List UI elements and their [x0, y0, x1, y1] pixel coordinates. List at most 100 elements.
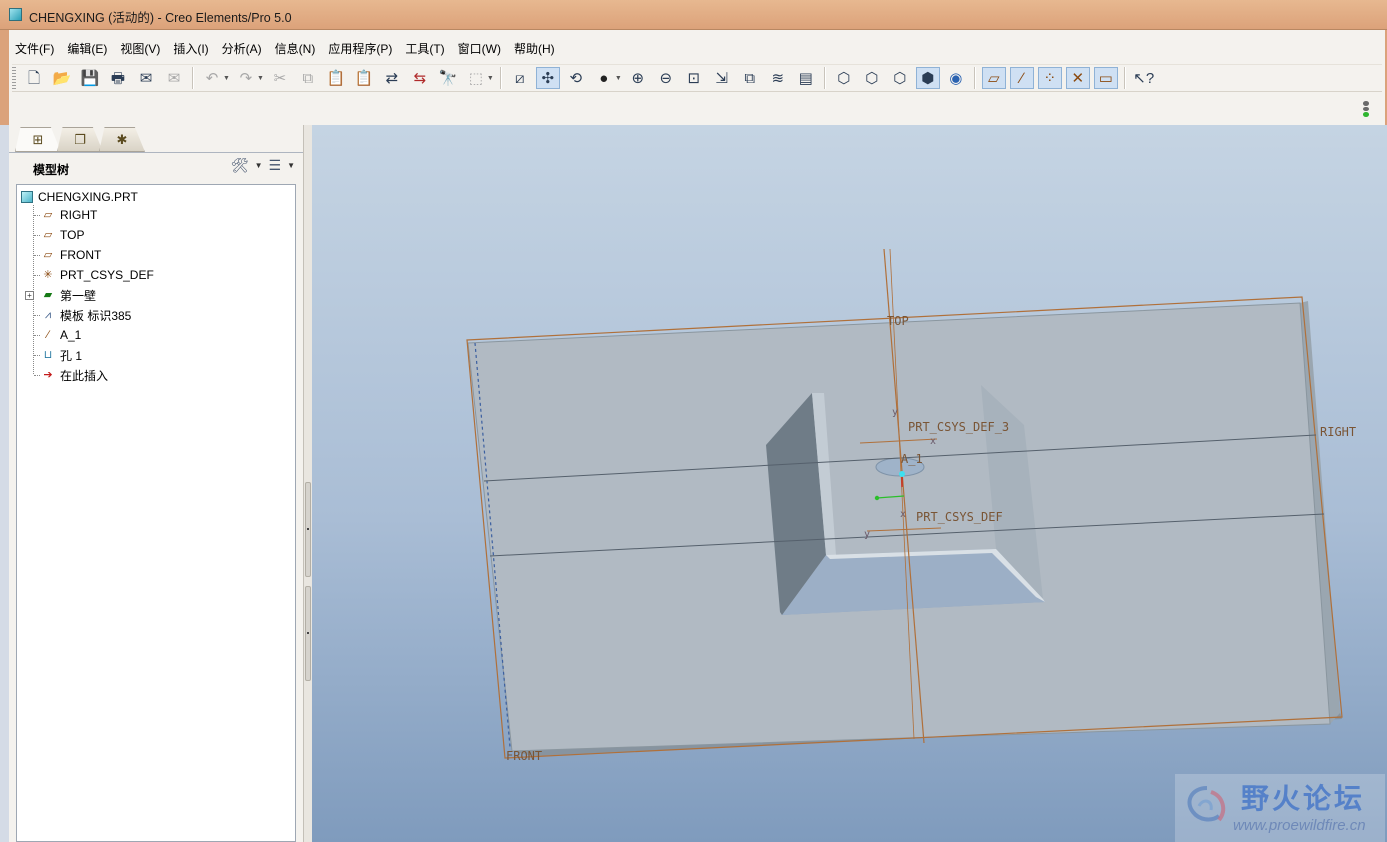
zoom-in-icon[interactable]: ⊕ — [626, 67, 650, 89]
label-y-lower: y — [864, 529, 870, 540]
undo-icon[interactable]: ↶ — [200, 67, 224, 89]
model-tree-tab[interactable]: ⊞ — [15, 127, 61, 152]
hole-icon: ⊔ — [43, 348, 53, 361]
menu-analysis[interactable]: 分析(A) — [216, 38, 269, 58]
menu-bar: 文件(F) 编辑(E) 视图(V) 插入(I) 分析(A) 信息(N) 应用程序… — [9, 38, 562, 58]
menu-tools[interactable]: 工具(T) — [399, 38, 451, 58]
menu-view[interactable]: 视图(V) — [114, 38, 167, 58]
secondary-toolbar — [0, 94, 1385, 123]
model-view[interactable]: TOP RIGHT FRONT PRT_CSYS_DEF_3 PRT_CSYS_… — [312, 125, 1387, 842]
select-box-icon[interactable]: ⬚ — [464, 67, 488, 89]
app-icon — [9, 8, 22, 21]
model-tree-header: 模型树 🛠 ▼ ☰ ▼ — [9, 152, 303, 182]
tree-item-top[interactable]: ▱ TOP — [41, 226, 85, 244]
paste-icon[interactable]: 📋 — [324, 67, 348, 89]
tree-item-hole[interactable]: ⊔ 孔 1 — [41, 346, 82, 364]
label-x-upper: x — [930, 436, 936, 447]
menu-insert[interactable]: 插入(I) — [167, 38, 215, 58]
menu-help[interactable]: 帮助(H) — [508, 38, 562, 58]
menu-edit[interactable]: 编辑(E) — [61, 38, 114, 58]
regenerate-icon[interactable]: ⇄ — [380, 67, 404, 89]
settings-dropdown[interactable]: ▼ — [255, 161, 263, 170]
tree-item-form[interactable]: ⩘ 模板 标识385 — [41, 306, 131, 324]
wireframe-icon[interactable]: ⬡ — [832, 67, 856, 89]
tree-root-label: CHENGXING.PRT — [38, 190, 138, 204]
datum-plane-icon: ▱ — [43, 208, 53, 221]
window-title: CHENGXING (活动的) - Creo Elements/Pro 5.0 — [29, 11, 292, 25]
new-icon[interactable]: 🗋 — [22, 67, 46, 89]
layers-tab[interactable]: ❐ — [57, 127, 103, 152]
reorient-icon[interactable]: ⇲ — [710, 67, 734, 89]
hidden-line-icon[interactable]: ⬡ — [860, 67, 884, 89]
traffic-light-icon[interactable] — [1361, 101, 1371, 118]
tree-root-part[interactable]: CHENGXING.PRT — [21, 188, 138, 206]
forum-logo-icon — [1187, 786, 1226, 822]
tree-item-right[interactable]: ▱ RIGHT — [41, 206, 98, 224]
show-icon[interactable]: ☰ — [269, 157, 282, 174]
datum-planes-icon[interactable]: ▱ — [981, 67, 1006, 89]
find-icon[interactable]: 🔭 — [436, 67, 460, 89]
regen-manager-icon[interactable]: ⇆ — [408, 67, 432, 89]
menu-window[interactable]: 窗口(W) — [452, 38, 508, 58]
enhanced-realism-icon[interactable]: ◉ — [944, 67, 968, 89]
tree-item-axis[interactable]: ∕ A_1 — [41, 326, 81, 344]
tree-item-first-wall[interactable]: ▰ 第一壁 — [41, 286, 96, 304]
email-link-icon[interactable]: ✉ — [162, 67, 186, 89]
refit-icon[interactable]: ⊡ — [682, 67, 706, 89]
panel-splitter[interactable] — [303, 125, 312, 842]
menu-applications[interactable]: 应用程序(P) — [322, 38, 399, 58]
redo-icon[interactable]: ↷ — [234, 67, 258, 89]
model-tree-tools: 🛠 ▼ ☰ ▼ — [231, 157, 295, 174]
view-manager-icon[interactable]: ▤ — [794, 67, 818, 89]
open-icon[interactable]: 📂 — [50, 67, 74, 89]
label-y-upper: y — [892, 407, 898, 418]
datum-plane-icon: ▱ — [43, 228, 53, 241]
orient-mode-icon[interactable]: ⟲ — [564, 67, 588, 89]
redraw-icon[interactable]: ⧄ — [508, 67, 532, 89]
navigator-tabs: ⊞ ❐ ✱ — [15, 127, 145, 152]
menu-info[interactable]: 信息(N) — [269, 38, 323, 58]
paste-special-icon[interactable]: 📋 — [352, 67, 376, 89]
zoom-out-icon[interactable]: ⊖ — [654, 67, 678, 89]
toolbar-grip[interactable] — [12, 67, 16, 89]
tree-expander-wall[interactable]: + — [25, 291, 34, 300]
settings-icon[interactable]: 🛠 — [231, 157, 249, 174]
label-csys-def[interactable]: PRT_CSYS_DEF — [916, 510, 1003, 524]
csys-icon[interactable]: ✕ — [1065, 67, 1090, 89]
forum-watermark: 野火论坛 www.proewildfire.cn — [1175, 774, 1385, 842]
csys-icon: ✳ — [43, 268, 53, 281]
tree-item-csys[interactable]: ✳ PRT_CSYS_DEF — [41, 266, 153, 284]
watermark-url: www.proewildfire.cn — [1233, 817, 1366, 834]
print-icon[interactable]: 🖶 — [106, 67, 130, 89]
insert-here-icon: ➔ — [43, 368, 53, 381]
no-hidden-icon[interactable]: ⬡ — [888, 67, 912, 89]
part-icon — [21, 191, 33, 203]
label-csys-def-3[interactable]: PRT_CSYS_DEF_3 — [908, 420, 1009, 434]
cut-icon[interactable]: ✂ — [268, 67, 292, 89]
label-front[interactable]: FRONT — [506, 749, 542, 763]
sheet-plate — [467, 302, 1331, 752]
tree-item-front[interactable]: ▱ FRONT — [41, 246, 102, 264]
save-icon[interactable]: 💾 — [78, 67, 102, 89]
shading-icon[interactable]: ● — [592, 67, 616, 89]
copy-icon[interactable]: ⧉ — [296, 67, 320, 89]
context-help-icon[interactable]: ↖? — [1132, 67, 1156, 89]
label-right[interactable]: RIGHT — [1320, 425, 1356, 439]
favorites-tab[interactable]: ✱ — [99, 127, 145, 152]
label-top[interactable]: TOP — [887, 314, 909, 328]
spin-center-icon[interactable]: ✣ — [535, 67, 560, 89]
show-dropdown[interactable]: ▼ — [287, 161, 295, 170]
tree-item-insert-here[interactable]: ➔ 在此插入 — [41, 366, 108, 384]
menu-file[interactable]: 文件(F) — [9, 38, 61, 58]
datum-axes-icon[interactable]: ∕ — [1009, 67, 1034, 89]
email-icon[interactable]: ✉ — [134, 67, 158, 89]
label-axis-a1[interactable]: A_1 — [901, 452, 923, 466]
main-toolbar: 🗋 📂 💾 🖶 ✉ ✉ ↶ ▼ ↷ ▼ ✂ ⧉ 📋 📋 ⇄ ⇆ 🔭 ⬚ ▼ ⧄ ✣ ⟲… — [12, 64, 1382, 92]
shaded-icon[interactable]: ⬢ — [915, 67, 940, 89]
layers-icon[interactable]: ≋ — [766, 67, 790, 89]
annotation-icon[interactable]: ▭ — [1093, 67, 1118, 89]
graphics-viewport[interactable]: TOP RIGHT FRONT PRT_CSYS_DEF_3 PRT_CSYS_… — [312, 125, 1387, 842]
datum-points-icon[interactable]: ⁘ — [1037, 67, 1062, 89]
sheetmetal-wall-icon: ▰ — [43, 288, 53, 301]
saved-views-icon[interactable]: ⧉ — [738, 67, 762, 89]
